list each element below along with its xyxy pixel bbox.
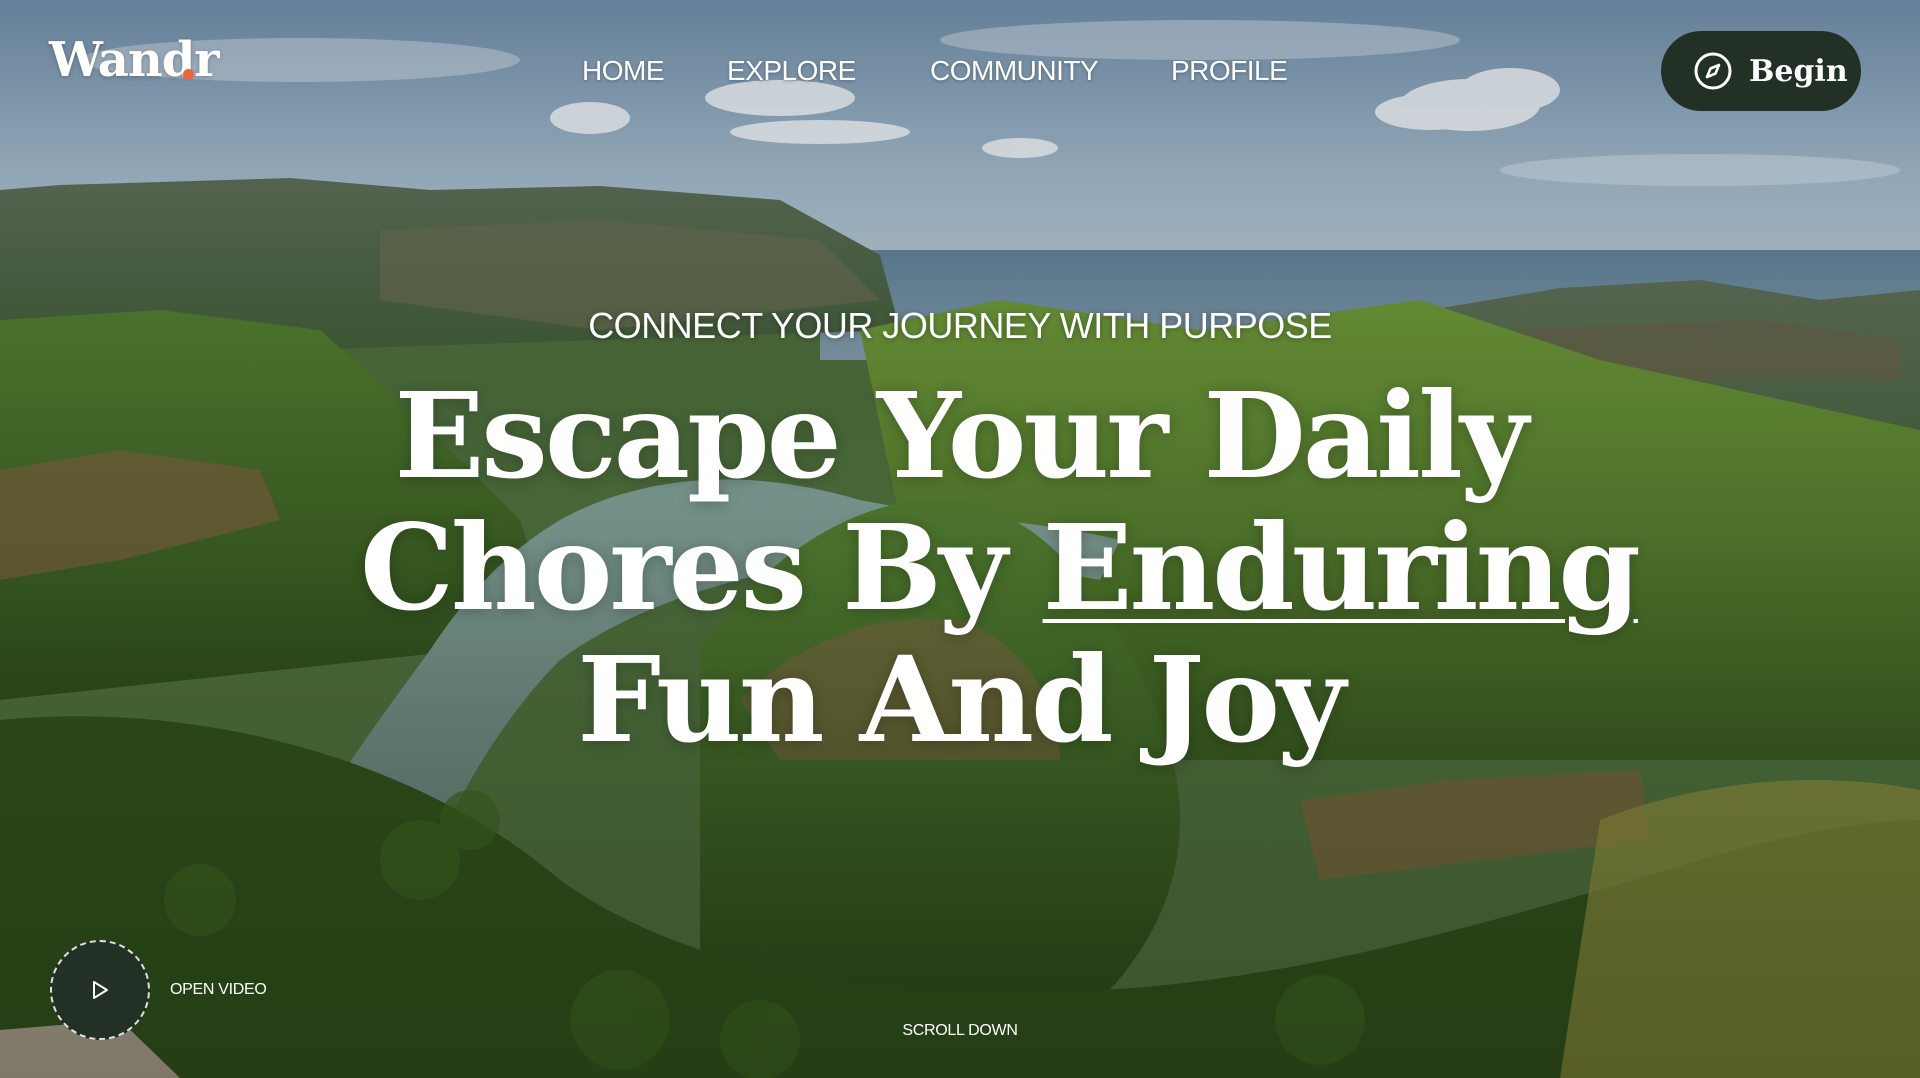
headline-line-3: Fun And Joy xyxy=(577,630,1345,769)
headline-line-1: Escape Your Daily xyxy=(394,366,1528,505)
nav-item-profile[interactable]: PROFILE xyxy=(1171,55,1288,87)
begin-button[interactable]: Begin xyxy=(1661,31,1861,111)
play-icon xyxy=(93,981,108,999)
hero-headline: Escape Your Daily Chores By Enduring Fun… xyxy=(360,366,1641,769)
headline-line-2: Chores By Enduring xyxy=(360,502,1641,634)
main-nav: HOME EXPLORE COMMUNITY PROFILE xyxy=(0,55,1920,95)
nav-item-home[interactable]: HOME xyxy=(582,55,665,87)
headline-emphasis: Enduring xyxy=(1042,498,1641,637)
nav-item-community[interactable]: COMMUNITY xyxy=(930,55,1099,87)
headline-line-2-start: Chores By xyxy=(360,498,1043,637)
begin-button-label: Begin xyxy=(1749,53,1848,89)
nav-item-explore[interactable]: EXPLORE xyxy=(727,55,856,87)
compass-icon xyxy=(1694,52,1732,90)
hero-eyebrow: CONNECT YOUR JOURNEY WITH PURPOSE xyxy=(588,305,1332,346)
scroll-down-link[interactable]: SCROLL DOWN xyxy=(0,1022,1920,1040)
open-video-label[interactable]: OPEN VIDEO xyxy=(170,981,267,999)
